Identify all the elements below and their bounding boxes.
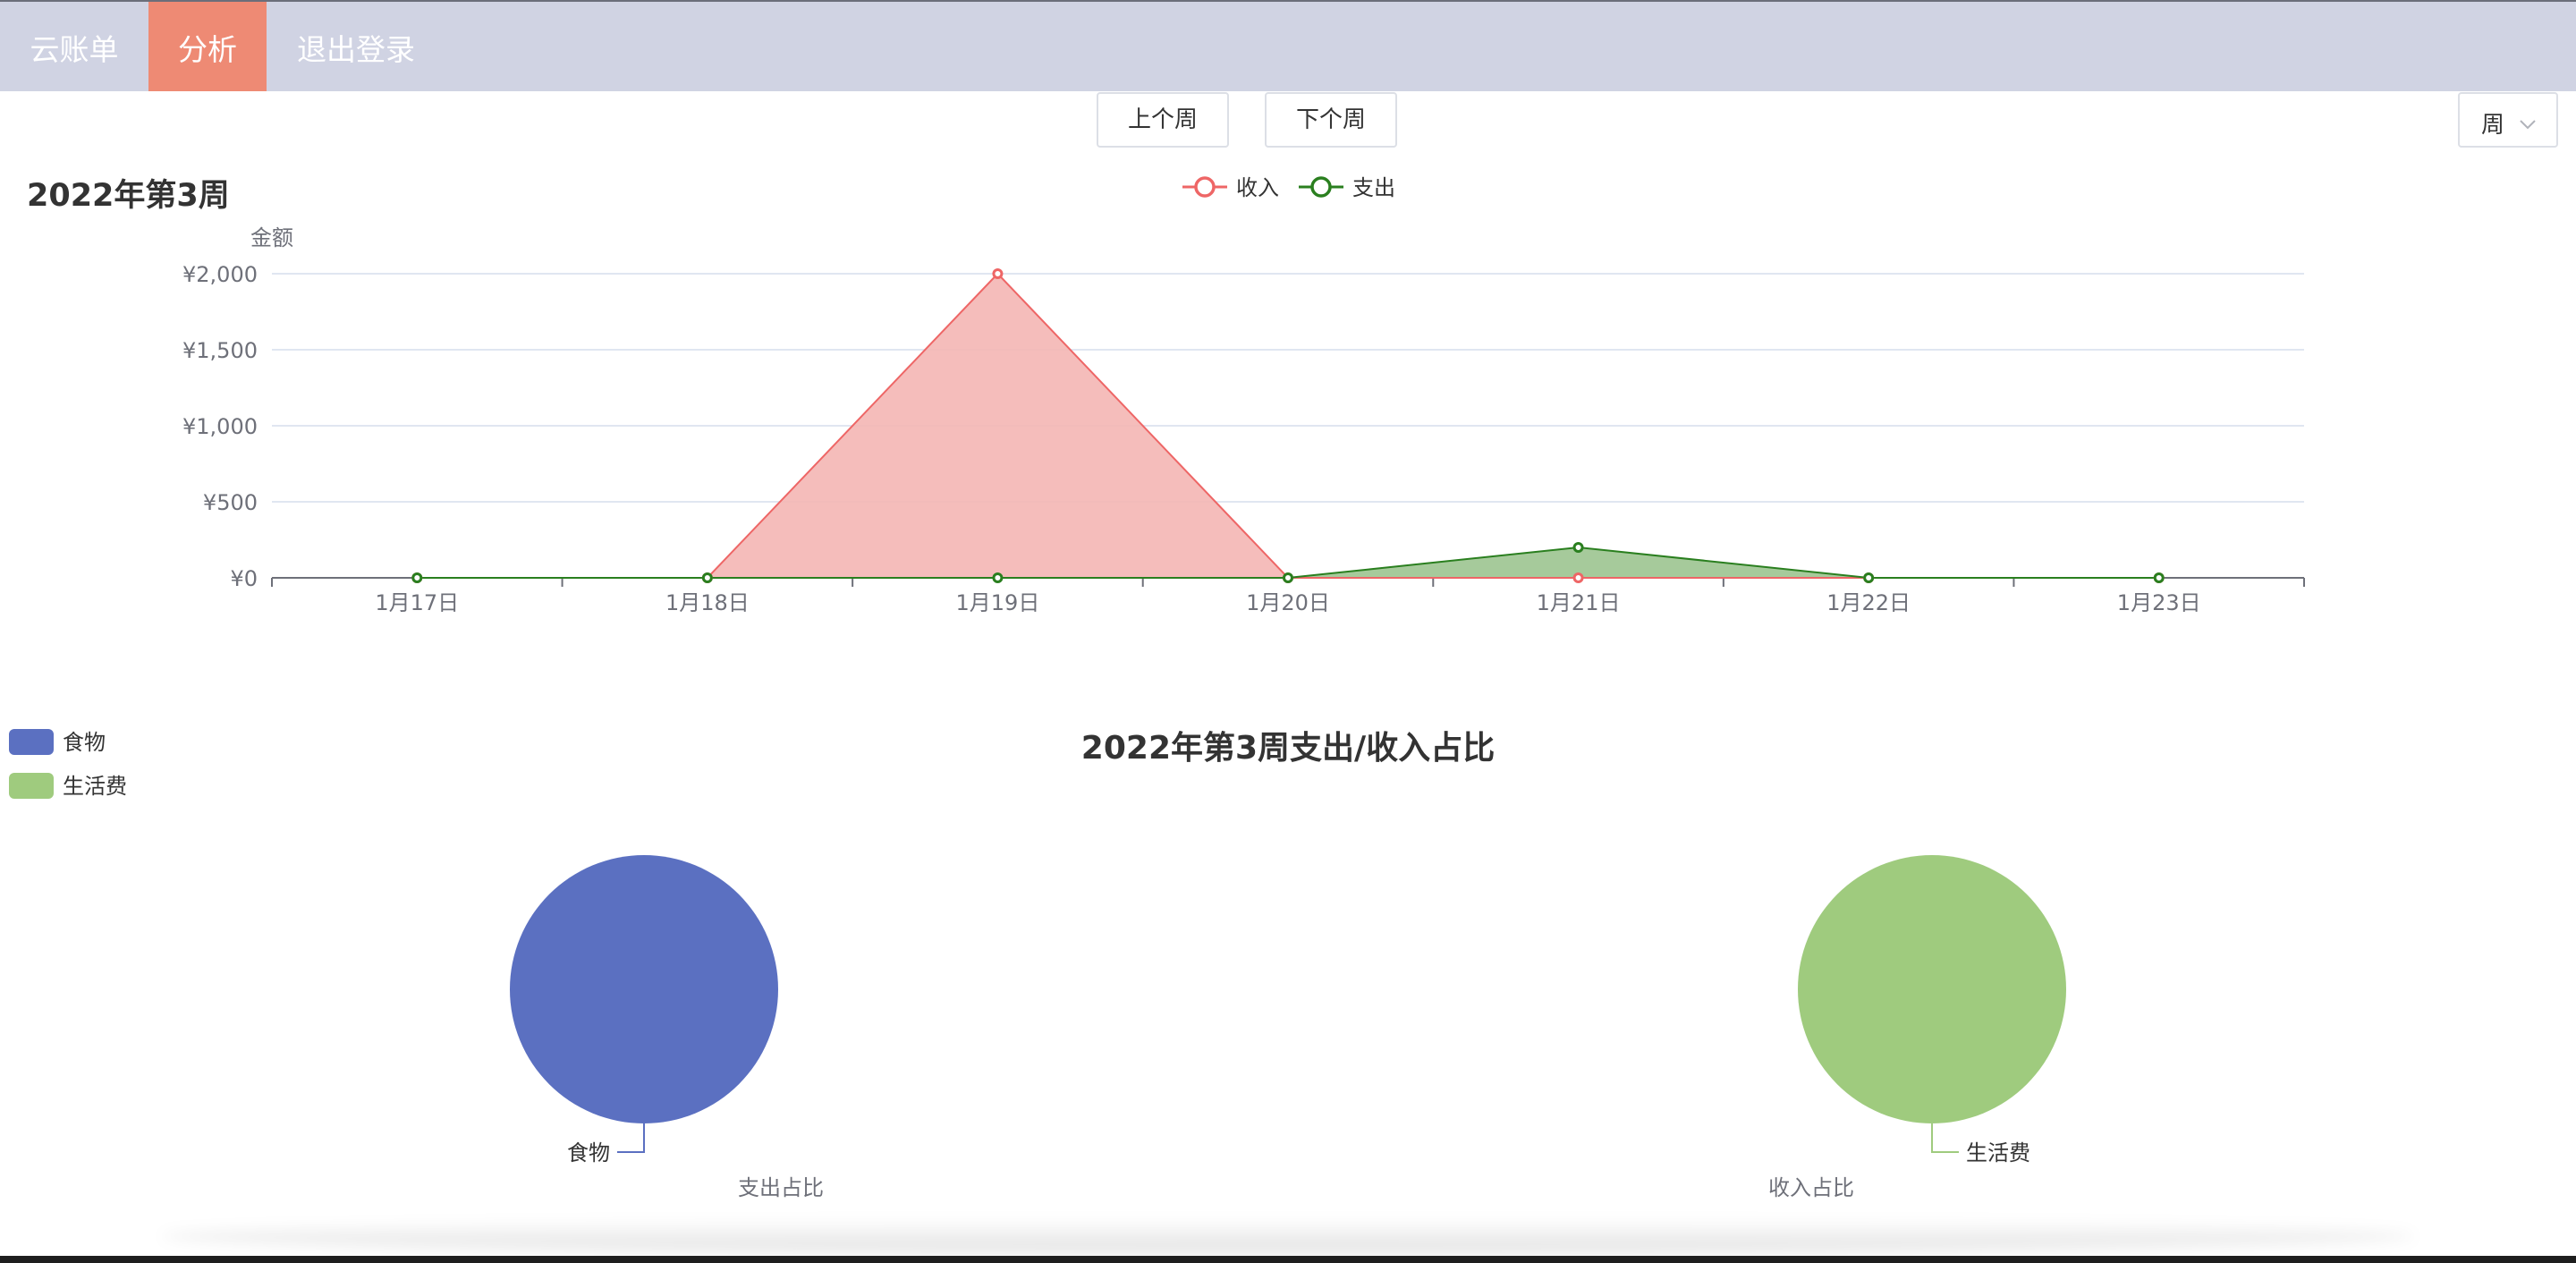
x-tick-label: 1月22日 [1826,590,1911,615]
x-tick-label: 1月21日 [1537,590,1621,615]
data-point [701,572,713,583]
y-tick-label: ¥1,500 [182,338,258,363]
nav-item-cloud-bill[interactable]: 云账单 [0,2,148,91]
data-point [411,572,423,583]
pie-legend-swatch [9,773,54,799]
pie-slice [510,855,778,1123]
nav-item-analysis[interactable]: 分析 [148,2,267,91]
y-tick-label: ¥1,000 [182,414,258,439]
period-select-value: 周 [2481,112,2505,139]
chevron-down-icon [2519,110,2537,137]
data-point [1863,572,1875,583]
pie-slice-label: 食物 [567,1140,610,1166]
data-point [992,572,1004,583]
data-point [2153,572,2165,583]
data-point [1283,572,1293,583]
pie-legend-label: 食物 [63,730,106,755]
data-point [992,268,1004,279]
expense-income-pie-chart: 食物支出占比 生活费收入占比 [510,855,2066,1200]
y-tick-label: ¥2,000 [182,262,258,287]
nav-item-logout[interactable]: 退出登录 [267,2,445,91]
prev-week-button[interactable]: 上个周 [1097,92,1229,148]
next-week-button[interactable]: 下个周 [1265,92,1397,148]
legend-item-0: 收入 [1182,175,1279,200]
window-bottom-edge [0,1256,2576,1263]
x-tick-label: 1月23日 [2117,590,2201,615]
pie-chart-title: 2022年第3周支出/收入占比 [1080,730,1496,767]
legend-item-1: 支出 [1299,175,1395,200]
y-tick-label: ¥0 [230,566,258,591]
pie-slice-label: 生活费 [1966,1140,2030,1166]
x-tick-label: 1月19日 [956,590,1040,615]
data-point [1572,572,1584,583]
legend-label: 收入 [1236,175,1279,200]
pie-legend-swatch [9,729,54,755]
x-tick-label: 1月18日 [665,590,750,615]
pie-leader-line [1931,1123,1959,1153]
y-axis-label: 金额 [250,225,293,250]
pie-leader-line [617,1123,645,1153]
pie-caption: 支出占比 [738,1175,824,1200]
pie-slice [1798,855,2066,1123]
pie-caption: 收入占比 [1768,1175,1854,1200]
pie-legend-label: 生活费 [63,774,127,799]
period-select[interactable]: 周 [2458,92,2558,148]
legend-marker [1310,176,1332,198]
x-tick-label: 1月20日 [1246,590,1330,615]
legend-label: 支出 [1352,175,1395,200]
data-point [1572,542,1584,553]
legend-marker [1194,176,1216,198]
x-tick-label: 1月17日 [375,590,459,615]
top-nav-bar: 云账单 分析 退出登录 [0,0,2576,91]
income-expense-line-chart: ¥0 ¥500 ¥1,000 ¥1,500 ¥2,000 金额 1月17日 1月18日 1月19… [182,175,2305,615]
y-tick-label: ¥500 [203,490,258,515]
bottom-shadow [161,1218,2415,1254]
